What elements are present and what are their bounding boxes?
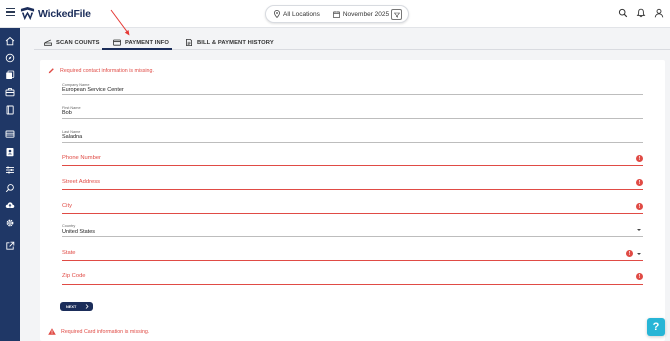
external-link-icon[interactable] — [5, 241, 15, 251]
tab-label: SCAN COUNTS — [56, 39, 100, 46]
card-alert-text: Required Card information is missing. — [61, 328, 150, 335]
zip-code-field[interactable]: Zip Code ! — [62, 272, 643, 285]
annotation-arrow-icon — [110, 9, 130, 36]
company-name-field[interactable]: Company Name European Service Center — [62, 83, 643, 95]
chevron-right-icon — [86, 304, 89, 309]
card-icon — [113, 39, 121, 46]
top-icon-group — [618, 8, 664, 18]
user-icon[interactable] — [654, 8, 664, 18]
filter-button[interactable] — [391, 9, 402, 20]
gear-icon[interactable] — [5, 218, 15, 228]
warning-icon — [48, 328, 56, 335]
last-name-field[interactable]: Last Name Saladna — [62, 130, 643, 143]
cloud-upload-icon[interactable] — [5, 200, 15, 210]
company-name-value: European Service Center — [62, 87, 124, 93]
list-settings-icon[interactable] — [5, 165, 15, 175]
tab-bill-payment-history[interactable]: BILL & PAYMENT HISTORY — [185, 39, 274, 46]
period-value: November 2025 — [342, 10, 390, 18]
sidebar — [0, 28, 20, 341]
app-name: WickedFile — [38, 7, 91, 20]
city-placeholder: City — [62, 203, 72, 209]
funnel-icon — [393, 12, 400, 18]
state-placeholder: State — [62, 250, 76, 256]
active-tab-indicator — [102, 48, 172, 50]
contact-alert: Required contact information is missing. — [48, 67, 154, 74]
tab-payment-info[interactable]: PAYMENT INFO — [113, 39, 169, 46]
calendar-icon — [333, 10, 340, 18]
error-icon: ! — [636, 273, 643, 280]
phone-number-field[interactable]: Phone Number ! — [62, 153, 643, 166]
search-icon[interactable] — [618, 8, 628, 18]
next-button[interactable]: NEXT — [60, 302, 93, 311]
chevron-down-icon — [637, 252, 641, 255]
receipt-icon — [186, 39, 192, 46]
country-select[interactable]: Country United States — [62, 224, 643, 237]
filter-bar: All Locations November 2025 — [265, 5, 409, 23]
inbox-icon[interactable] — [5, 129, 15, 139]
card-alert: Required Card information is missing. — [48, 328, 149, 335]
help-button[interactable]: ? — [647, 318, 665, 336]
error-icon: ! — [636, 155, 643, 162]
period-selector[interactable]: November 2025 — [333, 11, 389, 18]
street-address-placeholder: Street Address — [62, 179, 101, 185]
wickedfile-logo-icon — [20, 6, 35, 21]
location-pin-icon — [274, 10, 280, 18]
search-icon[interactable] — [5, 183, 15, 193]
contact-alert-text: Required contact information is missing. — [60, 67, 154, 74]
country-value: United States — [62, 229, 96, 235]
bell-icon[interactable] — [636, 8, 646, 18]
location-value: All Locations — [283, 10, 320, 18]
last-name-value: Saladna — [62, 134, 83, 140]
phone-number-placeholder: Phone Number — [62, 155, 101, 161]
compass-icon[interactable] — [5, 53, 15, 63]
error-icon: ! — [626, 250, 633, 257]
briefcase-icon[interactable] — [5, 87, 15, 97]
error-icon: ! — [636, 203, 643, 210]
app-logo[interactable]: WickedFile — [20, 6, 91, 21]
menu-icon[interactable] — [6, 8, 15, 17]
tab-label: BILL & PAYMENT HISTORY — [197, 39, 274, 46]
documents-icon[interactable] — [5, 70, 15, 80]
city-field[interactable]: City ! — [62, 201, 643, 214]
scanner-icon — [44, 39, 52, 46]
location-selector[interactable]: All Locations — [274, 10, 320, 18]
chevron-down-icon — [637, 229, 641, 231]
next-button-label: NEXT — [66, 304, 77, 309]
contact-card-icon[interactable] — [5, 147, 15, 157]
top-bar: WickedFile All Locations November 2025 — [0, 0, 670, 28]
zip-code-placeholder: Zip Code — [62, 273, 86, 279]
book-icon[interactable] — [5, 105, 15, 115]
pencil-icon — [48, 68, 54, 74]
country-label: Country — [62, 224, 76, 228]
street-address-field[interactable]: Street Address ! — [62, 177, 643, 190]
state-select[interactable]: State ! — [62, 248, 643, 261]
error-icon: ! — [636, 179, 643, 186]
tab-label: PAYMENT INFO — [125, 39, 170, 46]
first-name-value: Bob — [62, 110, 72, 116]
home-icon[interactable] — [5, 36, 15, 46]
first-name-field[interactable]: First Name Bob — [62, 106, 643, 119]
tab-scan-counts[interactable]: SCAN COUNTS — [44, 39, 100, 46]
